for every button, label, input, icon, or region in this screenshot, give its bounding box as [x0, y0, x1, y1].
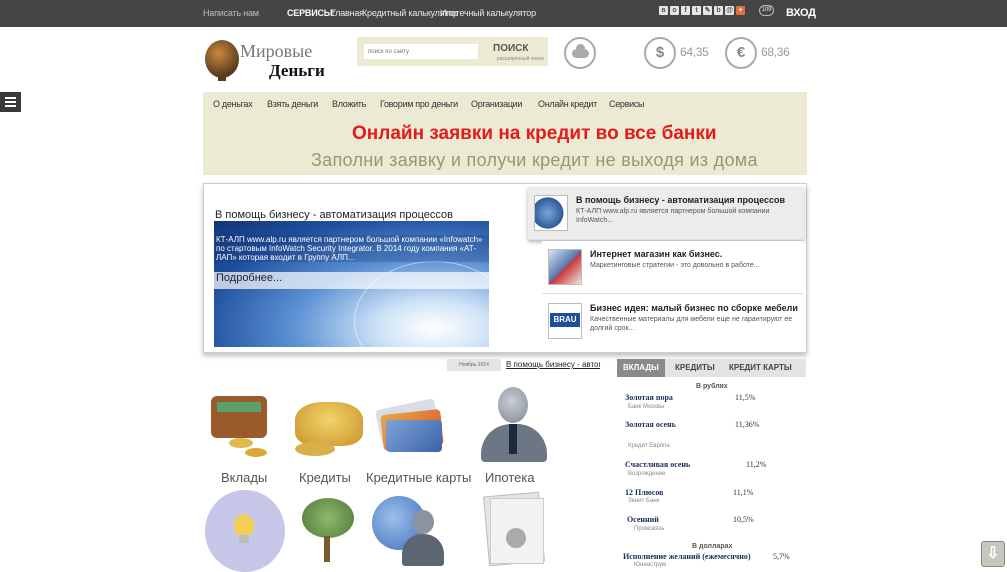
nav-item-online-credit[interactable]: Онлайн кредит — [538, 99, 597, 109]
slider-read-more-link[interactable]: Подробнее... — [214, 272, 489, 289]
rate-value: 11,5% — [735, 393, 756, 402]
tile-label-credit-cards[interactable]: Кредитные карты — [366, 470, 471, 485]
menu-toggle-button[interactable] — [0, 92, 21, 112]
tile-label-deposits[interactable]: Вклады — [221, 470, 267, 485]
newspaper-icon[interactable] — [478, 490, 556, 568]
top-link-home[interactable]: Главная — [331, 8, 364, 18]
banner-subtitle: Заполни заявку и получи кредит не выходя… — [311, 150, 758, 170]
top-bar: Написать нам СЕРВИСЫ: Главная Кредитный … — [0, 0, 1007, 27]
rate-name[interactable]: Исполнение желаний (ежемесячно) — [623, 552, 750, 561]
facebook-icon[interactable]: f — [681, 6, 690, 15]
lightbulb-icon[interactable] — [205, 490, 285, 572]
services-label: СЕРВИСЫ: — [287, 8, 336, 18]
rate-bank: Зенит Банк — [628, 498, 660, 504]
usd-rate: 64,35 — [680, 45, 709, 59]
slider-item-title: Интернет магазин как бизнес. — [590, 249, 723, 259]
rate-bank: Промсвязь — [634, 526, 665, 532]
mail-icon[interactable]: @ — [725, 6, 734, 15]
rates-heading-usd: В долларах — [692, 543, 733, 550]
slider-item-title: В помощь бизнесу - автоматизация процесс… — [576, 195, 786, 205]
date-badge: Ноябрь 2014 — [447, 359, 501, 371]
rate-value: 11,36% — [735, 420, 760, 429]
social-share-bar: в о f t ✎ b @ + — [659, 6, 745, 15]
top-link-mortgage-calculator[interactable]: Ипотечный калькулятор — [440, 8, 536, 18]
slider-item[interactable]: Интернет магазин как бизнес. Маркетингов… — [542, 241, 803, 294]
online-shop-thumbnail — [548, 249, 582, 285]
nav-item-organizations[interactable]: Организации — [471, 99, 522, 109]
money-bag-icon[interactable] — [287, 388, 365, 466]
businessman-icon[interactable] — [475, 384, 553, 462]
plus-icon[interactable]: + — [736, 6, 745, 15]
promo-banner[interactable]: Онлайн заявки на кредит во все банки Зап… — [203, 116, 807, 175]
slider-item-title: Бизнес идея: малый бизнес по сборке мебе… — [590, 303, 798, 313]
tile-label-credits[interactable]: Кредиты — [299, 470, 351, 485]
advanced-search-link[interactable]: расширенный поиск — [497, 56, 544, 62]
rate-name[interactable]: Счастливая осень — [625, 460, 690, 469]
logo-text-line1[interactable]: Мировые — [240, 41, 312, 62]
write-us-link[interactable]: Написать нам — [203, 8, 259, 18]
credit-cards-icon[interactable] — [370, 388, 448, 466]
slider-globe-image[interactable]: КТ-АЛП www.alp.ru является партнером бол… — [214, 221, 489, 347]
search-input[interactable] — [364, 44, 478, 59]
slider-item-desc: Маркетинговые стратегии - это довольно в… — [590, 262, 760, 269]
tab-credits[interactable]: КРЕДИТЫ — [669, 359, 721, 377]
main-nav: О деньгах Взять деньги Вложить Говорим п… — [203, 92, 807, 116]
rate-bank: Юниаструм — [634, 562, 667, 568]
rates-tabs: ВКЛАДЫ КРЕДИТЫ КРЕДИТ КАРТЫ — [617, 359, 806, 377]
eur-rate: 68,36 — [761, 45, 790, 59]
nav-item-talk-money[interactable]: Говорим про деньги — [380, 99, 458, 109]
rate-name[interactable]: 12 Плюсов — [625, 488, 664, 497]
tab-deposits[interactable]: ВКЛАДЫ — [617, 359, 665, 377]
twitter-icon[interactable]: t — [692, 6, 701, 15]
tab-credit-cards[interactable]: КРЕДИТ КАРТЫ — [723, 359, 798, 377]
hamburger-icon — [5, 97, 16, 99]
slider-item-desc: КТ-АЛП www.alp.ru является партнером бол… — [576, 208, 770, 224]
money-tree-icon[interactable] — [290, 492, 368, 570]
nav-item-services[interactable]: Сервисы — [609, 99, 645, 109]
rates-heading-rub: В рублях — [696, 383, 728, 390]
slider-item[interactable]: BRAU Бизнес идея: малый бизнес по сборке… — [542, 295, 803, 348]
rate-bank: Кредит Европа — [628, 443, 670, 449]
globe-logo-icon[interactable] — [205, 40, 239, 81]
slider-item-desc: Качественные материалы для мебели еще не… — [590, 316, 793, 332]
livejournal-icon[interactable]: ✎ — [703, 6, 712, 15]
share-count-badge: 109 — [759, 5, 774, 16]
nav-item-borrow[interactable]: Взять деньги — [267, 99, 318, 109]
rate-value: 11,2% — [746, 460, 767, 469]
blogger-icon[interactable]: b — [714, 6, 723, 15]
furniture-thumbnail: BRAU — [548, 303, 582, 339]
latest-article-link[interactable]: В помощь бизнесу - автоматизация — [506, 360, 600, 369]
automation-thumbnail — [534, 195, 568, 231]
rate-value: 10,5% — [733, 515, 754, 524]
search-box: ПОИСК расширенный поиск — [357, 37, 548, 66]
cloud-icon — [572, 44, 589, 58]
usd-icon: $ — [644, 37, 676, 69]
odnoklassniki-icon[interactable]: о — [670, 6, 679, 15]
tile-label-mortgage[interactable]: Ипотека — [485, 470, 535, 485]
wallet-coins-icon[interactable] — [205, 388, 283, 466]
rate-name[interactable]: Осенний — [627, 515, 659, 524]
slider-description: КТ-АЛП www.alp.ru является партнером бол… — [214, 235, 489, 262]
vk-icon[interactable]: в — [659, 6, 668, 15]
arrow-down-icon: ⇩ — [986, 545, 1000, 562]
nav-item-invest[interactable]: Вложить — [332, 99, 366, 109]
rate-bank: Банк Москвы — [628, 404, 665, 410]
globe-businessman-icon[interactable] — [370, 492, 448, 570]
slider-item[interactable]: В помощь бизнесу - автоматизация процесс… — [528, 187, 804, 240]
logo-text-line2[interactable]: Деньги — [269, 61, 325, 81]
scroll-down-button[interactable]: ⇩ — [981, 541, 1005, 567]
rate-value: 5,7% — [773, 552, 790, 561]
rate-name[interactable]: Золотая пора — [625, 393, 673, 402]
rate-value: 11,1% — [733, 488, 754, 497]
banner-title: Онлайн заявки на кредит во все банки — [352, 123, 717, 144]
rate-bank: Возрождение — [628, 471, 666, 477]
eur-icon: € — [725, 37, 757, 69]
featured-slider: В помощь бизнесу - автоматизация процесс… — [203, 183, 807, 353]
login-link[interactable]: ВХОД — [786, 7, 816, 19]
nav-item-about-money[interactable]: О деньгах — [213, 99, 253, 109]
weather-widget[interactable] — [564, 37, 596, 69]
search-button[interactable]: ПОИСК — [493, 43, 528, 54]
slider-title[interactable]: В помощь бизнесу - автоматизация процесс… — [215, 209, 453, 221]
rate-name[interactable]: Золотая осень — [625, 420, 676, 429]
